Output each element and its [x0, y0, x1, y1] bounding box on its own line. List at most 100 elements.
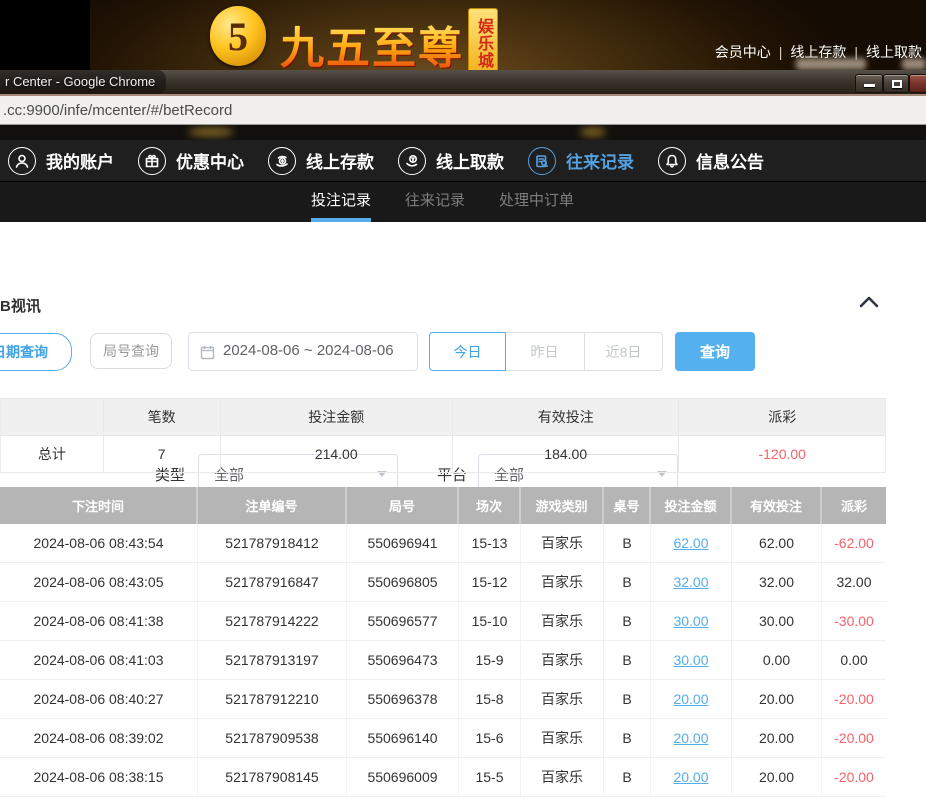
cell-order-no: 521787914222 — [198, 602, 347, 640]
cell-table-no: B — [604, 563, 651, 601]
summary-bet-amount-value: 214.00 — [221, 435, 453, 472]
summary-header-payout: 派彩 — [679, 398, 885, 435]
bet-amount-link[interactable]: 62.00 — [673, 535, 708, 551]
cell-time: 2024-08-06 08:41:38 — [0, 602, 198, 640]
bet-amount-link[interactable]: 32.00 — [673, 574, 708, 590]
filter-bar: 类型 全部 平台 全部 — [0, 222, 926, 290]
round-query-button[interactable]: 局号查询 — [90, 333, 172, 369]
table-row: 2024-08-06 08:40:27521787912210550696378… — [0, 680, 886, 719]
cell-valid-bet: 20.00 — [732, 758, 822, 796]
bet-amount-link[interactable]: 30.00 — [673, 652, 708, 668]
date-query-button[interactable]: 日期查询 — [0, 333, 72, 371]
table-row: 2024-08-06 08:41:38521787914222550696577… — [0, 602, 886, 641]
nav-label: 线上存款 — [306, 148, 374, 173]
artifact — [188, 127, 234, 137]
minimize-icon — [864, 84, 875, 87]
nav-online-withdraw[interactable]: 线上取款 — [398, 147, 504, 175]
cell-round-no: 550696140 — [347, 719, 459, 757]
logo-coin-icon: 5 — [210, 6, 266, 66]
yesterday-button[interactable]: 昨日 — [505, 332, 585, 371]
cell-session: 15-9 — [459, 641, 521, 679]
tab-pending-orders[interactable]: 处理中订单 — [499, 182, 574, 222]
minimize-button[interactable] — [855, 74, 883, 93]
search-button[interactable]: 查询 — [675, 332, 755, 371]
tab-bet-records[interactable]: 投注记录 — [311, 182, 371, 222]
cell-game-type: 百家乐 — [521, 719, 604, 757]
cell-table-no: B — [604, 758, 651, 796]
maximize-button[interactable] — [883, 74, 909, 93]
cell-order-no: 521787912210 — [198, 680, 347, 718]
collapse-section-button[interactable] — [858, 294, 880, 312]
table-row: 2024-08-06 08:39:02521787909538550696140… — [0, 719, 886, 758]
cell-bet-amount: 32.00 — [651, 563, 732, 601]
cell-table-no: B — [604, 524, 651, 562]
cell-payout: 0.00 — [822, 641, 886, 679]
nav-online-deposit[interactable]: 线上存款 — [268, 147, 374, 175]
link-member-center[interactable]: 会员中心 — [715, 44, 771, 60]
cell-bet-amount: 62.00 — [651, 524, 732, 562]
bet-amount-link[interactable]: 20.00 — [673, 769, 708, 785]
bell-icon — [658, 147, 686, 175]
header-bet-amount: 投注金额 — [651, 487, 732, 524]
cell-session: 15-8 — [459, 680, 521, 718]
cell-table-no: B — [604, 602, 651, 640]
cell-game-type: 百家乐 — [521, 680, 604, 718]
close-button[interactable] — [909, 74, 926, 93]
cell-round-no: 550696009 — [347, 758, 459, 796]
nav-promo-center[interactable]: 优惠中心 — [138, 147, 244, 175]
last-8-days-button[interactable]: 近8日 — [584, 332, 663, 371]
member-navbar: 我的账户 优惠中心 线上存款 线上取款 往来记录 信息公告 — [0, 140, 926, 182]
cell-valid-bet: 0.00 — [732, 641, 822, 679]
nav-transaction-records[interactable]: 往来记录 — [528, 147, 634, 175]
cell-order-no: 521787909538 — [198, 719, 347, 757]
today-button[interactable]: 今日 — [429, 332, 506, 371]
artifact — [580, 127, 606, 137]
tab-transaction-records[interactable]: 往来记录 — [405, 182, 465, 222]
cell-payout: 32.00 — [822, 563, 886, 601]
cell-payout: -20.00 — [822, 719, 886, 757]
chevron-up-icon — [858, 294, 880, 310]
cell-game-type: 百家乐 — [521, 758, 604, 796]
cell-bet-amount: 30.00 — [651, 641, 732, 679]
cell-bet-amount: 20.00 — [651, 680, 732, 718]
cell-order-no: 521787916847 — [198, 563, 347, 601]
summary-payout-value: -120.00 — [679, 435, 885, 472]
cell-valid-bet: 20.00 — [732, 719, 822, 757]
bet-amount-link[interactable]: 30.00 — [673, 613, 708, 629]
summary-valid-bet-value: 184.00 — [453, 435, 679, 472]
cell-bet-amount: 20.00 — [651, 758, 732, 796]
cell-game-type: 百家乐 — [521, 524, 604, 562]
summary-header-row: 笔数 投注金额 有效投注 派彩 — [1, 398, 885, 435]
site-header: 5 九五至尊 娱乐城 会员中心|线上存款|线上取款 — [0, 0, 926, 70]
cell-order-no: 521787918412 — [198, 524, 347, 562]
header-game-type: 游戏类别 — [521, 487, 604, 524]
cell-session: 15-12 — [459, 563, 521, 601]
cell-game-type: 百家乐 — [521, 563, 604, 601]
page-top-strip — [0, 125, 926, 140]
bet-amount-link[interactable]: 20.00 — [673, 730, 708, 746]
nav-announcements[interactable]: 信息公告 — [658, 147, 764, 175]
summary-header-valid-bet: 有效投注 — [453, 398, 679, 435]
cell-order-no: 521787913197 — [198, 641, 347, 679]
withdraw-icon — [398, 147, 426, 175]
divider: | — [779, 44, 783, 60]
header-order-no: 注单编号 — [198, 487, 347, 524]
cell-time: 2024-08-06 08:38:15 — [0, 758, 198, 796]
table-row: 2024-08-06 08:43:05521787916847550696805… — [0, 563, 886, 602]
bet-amount-link[interactable]: 20.00 — [673, 691, 708, 707]
header-round-no: 局号 — [347, 487, 459, 524]
cell-time: 2024-08-06 08:43:05 — [0, 563, 198, 601]
cell-round-no: 550696473 — [347, 641, 459, 679]
bet-records-table: 下注时间 注单编号 局号 场次 游戏类别 桌号 投注金额 有效投注 派彩 202… — [0, 487, 886, 797]
cell-payout: -20.00 — [822, 758, 886, 796]
date-range-input[interactable]: 2024-08-06 ~ 2024-08-06 — [188, 332, 418, 371]
header-valid-bet: 有效投注 — [732, 487, 822, 524]
window-titlebar[interactable]: r Center - Google Chrome — [0, 70, 926, 96]
summary-header-blank — [1, 398, 104, 435]
nav-my-account[interactable]: 我的账户 — [8, 147, 114, 175]
cell-time: 2024-08-06 08:40:27 — [0, 680, 198, 718]
cell-payout: -20.00 — [822, 680, 886, 718]
cell-bet-amount: 30.00 — [651, 602, 732, 640]
user-icon — [8, 147, 36, 175]
address-bar[interactable]: .cc:9900/infe/mcenter/#/betRecord — [0, 96, 926, 125]
